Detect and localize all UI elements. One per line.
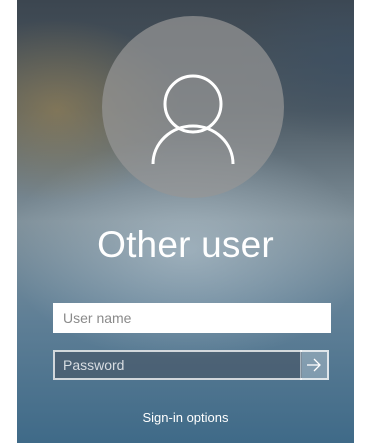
user-icon: [151, 74, 235, 165]
arrow-right-icon: [307, 358, 321, 372]
password-input[interactable]: [53, 350, 302, 380]
lock-screen: Other user Sign-in options: [17, 0, 354, 443]
submit-button[interactable]: [300, 350, 329, 380]
username-input[interactable]: [53, 303, 331, 333]
sign-in-options-link[interactable]: Sign-in options: [17, 410, 354, 425]
user-display-name: Other user: [97, 224, 274, 265]
avatar: [102, 16, 284, 198]
